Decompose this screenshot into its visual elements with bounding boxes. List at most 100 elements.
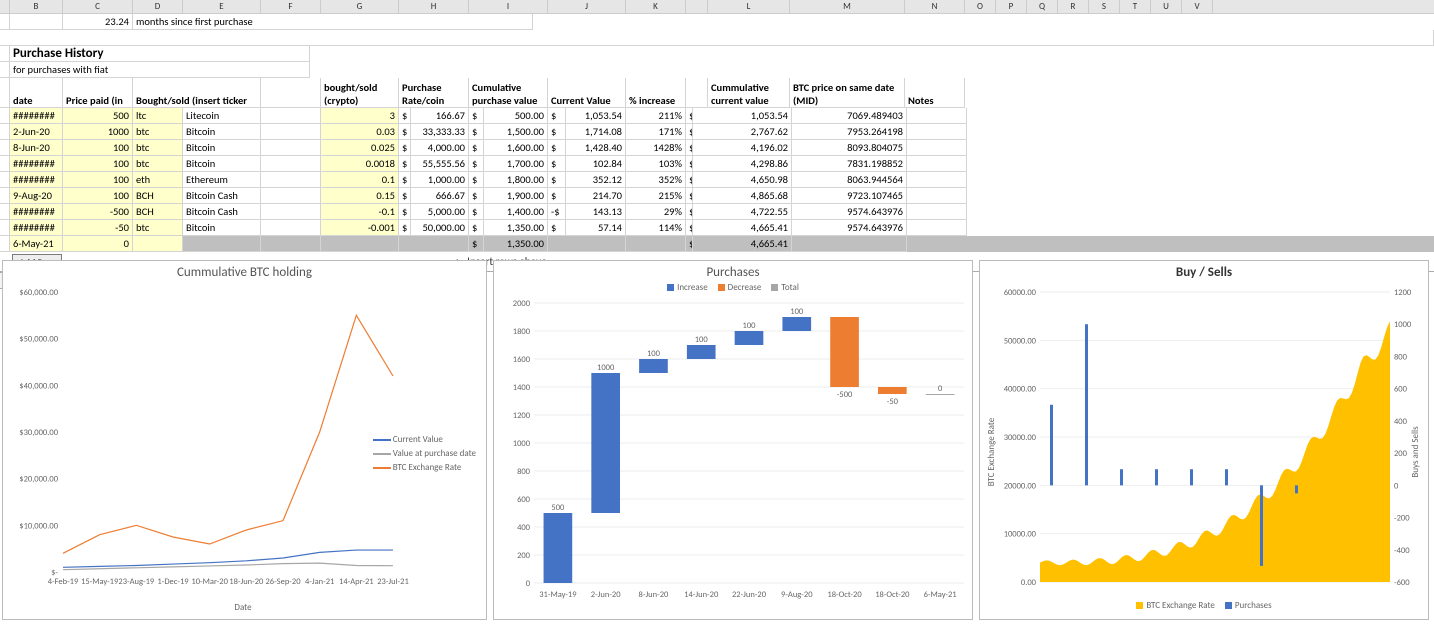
col-header[interactable]: G <box>321 0 399 13</box>
col-header[interactable]: U <box>1151 0 1182 13</box>
column-headers: BCDEFGHIJK LMNOPQRSTUV <box>0 0 1434 14</box>
spreadsheet-area: 23.24 months since first purchase Purcha… <box>0 14 1434 289</box>
page-title: Purchase History <box>10 46 310 62</box>
svg-text:100: 100 <box>647 349 661 359</box>
svg-text:1200: 1200 <box>1394 288 1412 298</box>
svg-text:14-Apr-21: 14-Apr-21 <box>339 577 374 587</box>
subtitle: for purchases with fiat <box>10 62 310 78</box>
svg-text:$10,000.00: $10,000.00 <box>19 521 58 531</box>
col-header[interactable]: P <box>996 0 1027 13</box>
svg-text:-500: -500 <box>837 390 853 400</box>
svg-text:800: 800 <box>1394 352 1408 362</box>
col-header[interactable] <box>0 0 10 13</box>
svg-text:18-Oct-20: 18-Oct-20 <box>875 590 910 600</box>
svg-text:1200: 1200 <box>513 411 531 421</box>
svg-text:18-Jun-20: 18-Jun-20 <box>229 577 264 587</box>
col-header[interactable]: K <box>626 0 686 13</box>
th-pct[interactable]: % increase <box>626 78 686 108</box>
col-header[interactable]: H <box>399 0 469 13</box>
svg-text:1000: 1000 <box>1394 320 1412 330</box>
months-value[interactable]: 23.24 <box>63 14 133 30</box>
svg-text:10000.00: 10000.00 <box>1004 530 1037 540</box>
col-header[interactable]: T <box>1120 0 1151 13</box>
svg-text:800: 800 <box>517 467 531 477</box>
th-price[interactable]: Price paid (in <box>63 78 133 108</box>
col-header[interactable]: L <box>708 0 790 13</box>
th-ticker[interactable]: Bought/sold (insert ticker <box>133 78 261 108</box>
svg-text:$40,000.00: $40,000.00 <box>19 381 58 391</box>
svg-text:-200: -200 <box>1394 514 1410 524</box>
chart2-svg: 0200400600800100012001400160018002000 50… <box>494 293 974 613</box>
table-row[interactable]: ########100btcBitcoin0.0018$55,555.56$1,… <box>0 156 1434 172</box>
svg-text:200: 200 <box>1394 449 1408 459</box>
col-header[interactable]: Q <box>1027 0 1058 13</box>
svg-text:6-May-21: 6-May-21 <box>924 590 957 600</box>
th-btc[interactable]: BTC price on same date (MID) <box>790 78 905 108</box>
col-header[interactable]: N <box>905 0 965 13</box>
svg-text:2-Jun-20: 2-Jun-20 <box>591 590 621 600</box>
col-header[interactable]: O <box>965 0 996 13</box>
col-header[interactable]: C <box>63 0 133 13</box>
svg-text:22-Jun-20: 22-Jun-20 <box>732 590 767 600</box>
th-rate[interactable]: Purchase Rate/coin <box>399 78 469 108</box>
total-row[interactable]: 6-May-21 0 $ 1,350.00 $ 4,665.41 <box>0 236 1434 252</box>
svg-text:14-Jun-20: 14-Jun-20 <box>684 590 719 600</box>
col-header[interactable]: V <box>1182 0 1213 13</box>
svg-text:1600: 1600 <box>513 355 531 365</box>
table-row[interactable]: 9-Aug-20100BCHBitcoin Cash0.15$666.67$1,… <box>0 188 1434 204</box>
svg-text:200: 200 <box>517 551 531 561</box>
svg-text:1-Dec-19: 1-Dec-19 <box>157 577 189 587</box>
table-row[interactable]: ########100ethEthereum0.1$1,000.00$1,800… <box>0 172 1434 188</box>
chart-buy-sells: Buy / Sells 0.0010000.0020000.0030000.00… <box>979 260 1429 620</box>
th-cpv[interactable]: Cumulative purchase value <box>469 78 548 108</box>
svg-text:400: 400 <box>517 523 531 533</box>
table-row[interactable]: ########500ltcLitecoin3$166.67$500.00$1,… <box>0 108 1434 124</box>
svg-text:23-Aug-19: 23-Aug-19 <box>118 577 155 587</box>
chart3-svg: 0.0010000.0020000.0030000.0040000.005000… <box>980 282 1430 597</box>
svg-text:$20,000.00: $20,000.00 <box>19 475 58 485</box>
col-header[interactable]: R <box>1058 0 1089 13</box>
col-header[interactable]: F <box>261 0 321 13</box>
th-crypto[interactable]: bought/sold (crypto) <box>321 78 399 108</box>
svg-text:20000.00: 20000.00 <box>1004 481 1037 491</box>
table-row[interactable]: 8-Jun-20100btcBitcoin0.025$4,000.00$1,60… <box>0 140 1434 156</box>
svg-text:10-Mar-20: 10-Mar-20 <box>191 577 228 587</box>
svg-text:30000.00: 30000.00 <box>1004 433 1037 443</box>
months-label: months since first purchase <box>133 14 533 30</box>
th-notes[interactable]: Notes <box>905 78 965 108</box>
svg-text:-50: -50 <box>887 397 899 407</box>
table-row[interactable]: ########-500BCHBitcoin Cash-0.1$5,000.00… <box>0 204 1434 220</box>
svg-text:$50,000.00: $50,000.00 <box>19 335 58 345</box>
svg-text:Date: Date <box>234 602 252 612</box>
col-header[interactable]: D <box>133 0 183 13</box>
svg-text:1800: 1800 <box>513 327 531 337</box>
svg-text:18-Oct-20: 18-Oct-20 <box>827 590 862 600</box>
svg-text:400: 400 <box>1394 417 1408 427</box>
col-header[interactable]: M <box>790 0 905 13</box>
svg-text:15-May-19: 15-May-19 <box>81 577 119 587</box>
col-header[interactable]: E <box>183 0 261 13</box>
svg-text:100: 100 <box>695 335 709 345</box>
svg-text:0.00: 0.00 <box>1021 578 1037 588</box>
svg-text:23-Jul-21: 23-Jul-21 <box>377 577 409 587</box>
svg-text:100: 100 <box>743 321 757 331</box>
th-cv[interactable]: Current Value <box>548 78 626 108</box>
svg-text:1000: 1000 <box>513 439 531 449</box>
svg-text:1000: 1000 <box>597 363 615 373</box>
col-header[interactable]: J <box>548 0 626 13</box>
col-header[interactable]: S <box>1089 0 1120 13</box>
col-header[interactable]: B <box>10 0 63 13</box>
th-date[interactable]: date <box>10 78 63 108</box>
svg-text:BTC Exchange Rate: BTC Exchange Rate <box>986 417 997 486</box>
th-ccv[interactable]: Cummulative current value <box>708 78 790 108</box>
col-header[interactable]: I <box>469 0 548 13</box>
svg-text:0: 0 <box>1394 481 1399 491</box>
svg-text:31-May-19: 31-May-19 <box>539 590 577 600</box>
table-row[interactable]: ########-50btcBitcoin-0.001$50,000.00$1,… <box>0 220 1434 236</box>
col-header[interactable] <box>686 0 708 13</box>
svg-text:-400: -400 <box>1394 546 1410 556</box>
table-row[interactable]: 2-Jun-201000btcBitcoin0.03$33,333.33$1,5… <box>0 124 1434 140</box>
chart1-title: Cummulative BTC holding <box>3 265 486 280</box>
svg-text:1400: 1400 <box>513 383 531 393</box>
chart-cumulative-btc: Cummulative BTC holding $-$10,000.00$20,… <box>2 260 487 620</box>
